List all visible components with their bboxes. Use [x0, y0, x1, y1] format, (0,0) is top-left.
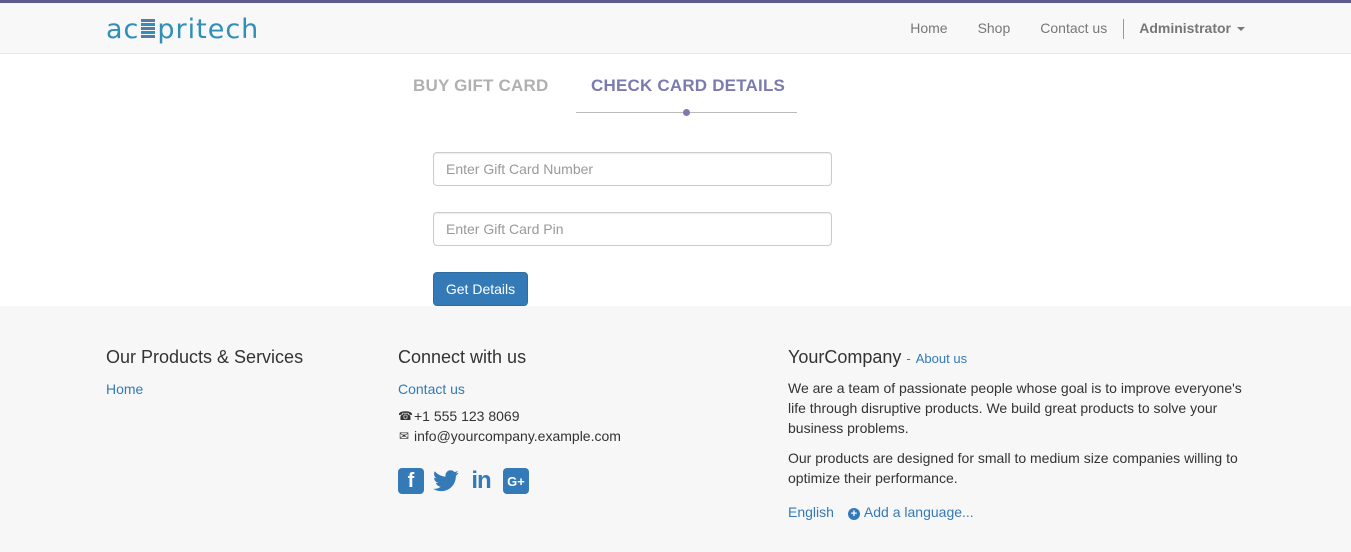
add-language-label: Add a language... [863, 504, 974, 520]
get-details-button[interactable]: Get Details [433, 272, 528, 306]
connect-heading: Connect with us [398, 347, 527, 367]
logo-text-right: pritech [157, 13, 260, 45]
language-english[interactable]: English [788, 504, 834, 520]
email-address: info@yourcompany.example.com [414, 428, 621, 444]
footer-about: YourCompany - About us We are a team of … [788, 347, 1248, 520]
about-us-link[interactable]: About us [916, 351, 967, 366]
gift-card-number-input[interactable] [433, 152, 832, 186]
plus-circle-icon: + [847, 508, 860, 520]
google-plus-icon[interactable]: G+ [503, 468, 529, 494]
footer-link-contact[interactable]: Contact us [398, 381, 621, 397]
phone-icon: ☎ [398, 409, 413, 423]
twitter-icon[interactable] [433, 468, 459, 494]
footer-products: Our Products & Services Home [106, 347, 303, 397]
phone-line: ☎ +1 555 123 8069 [398, 408, 621, 424]
active-tab-indicator [683, 109, 690, 116]
nav-shop[interactable]: Shop [963, 3, 1026, 54]
linkedin-icon[interactable]: in [468, 467, 494, 494]
footer-connect: Connect with us Contact us ☎ +1 555 123 … [398, 347, 621, 494]
facebook-icon[interactable]: f [398, 468, 424, 494]
language-selector: English + Add a language... [788, 504, 1248, 520]
add-language-link[interactable]: + Add a language... [847, 504, 974, 520]
user-menu[interactable]: Administrator [1124, 3, 1245, 54]
main-nav: Home Shop Contact us Administrator [895, 3, 1245, 54]
gift-card-tabs: BUY GIFT CARD CHECK CARD DETAILS [398, 54, 818, 124]
envelope-icon: ✉ [398, 429, 410, 443]
logo-mark-icon [141, 19, 156, 41]
tab-buy-gift-card[interactable]: BUY GIFT CARD [413, 76, 548, 96]
user-name: Administrator [1139, 20, 1231, 36]
footer-link-home[interactable]: Home [106, 381, 303, 397]
about-separator: - [906, 351, 911, 366]
social-links: f in G+ [398, 467, 621, 494]
footer: Our Products & Services Home Connect wit… [0, 306, 1351, 552]
logo-text-left: ac [106, 13, 140, 45]
company-name: YourCompany [788, 347, 902, 367]
about-paragraph-1: We are a team of passionate people whose… [788, 380, 1242, 436]
gift-card-pin-input[interactable] [433, 212, 832, 246]
nav-contact[interactable]: Contact us [1025, 3, 1122, 54]
about-heading-line: YourCompany - About us [788, 347, 1248, 368]
brand-logo[interactable]: ac pritech [106, 13, 259, 45]
phone-number: +1 555 123 8069 [414, 408, 520, 424]
nav-home[interactable]: Home [895, 3, 962, 54]
products-heading: Our Products & Services [106, 347, 304, 367]
tab-check-card-details[interactable]: CHECK CARD DETAILS [591, 76, 785, 96]
email-line: ✉ info@yourcompany.example.com [398, 428, 621, 444]
about-paragraph-2: Our products are designed for small to m… [788, 450, 1238, 486]
navbar: ac pritech Home Shop Contact us Administ… [0, 3, 1351, 54]
chevron-down-icon [1237, 26, 1245, 31]
